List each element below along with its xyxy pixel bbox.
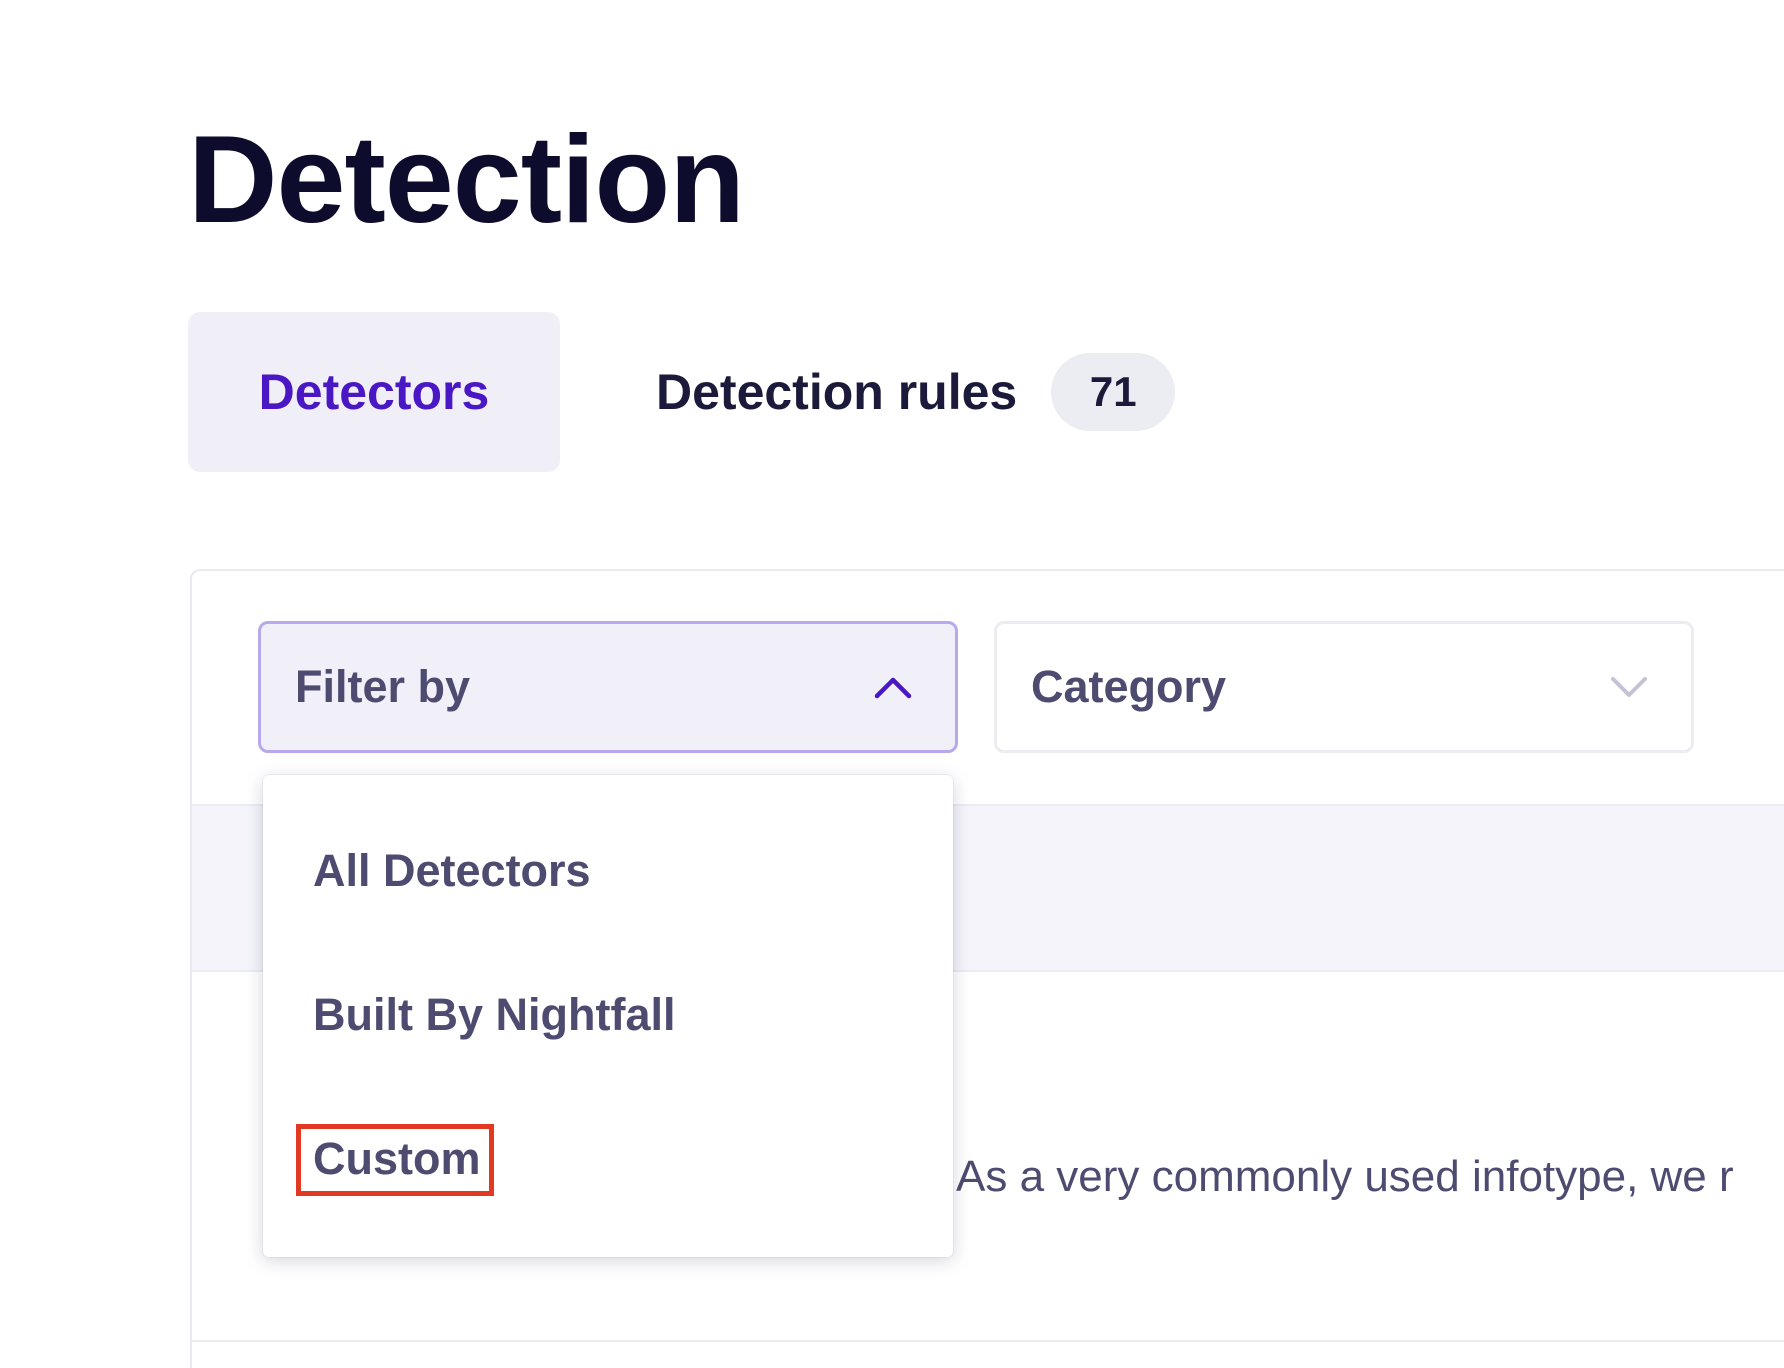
chevron-down-icon: [1609, 674, 1649, 700]
detector-row-description: As a very commonly used infotype, we r: [956, 1152, 1734, 1201]
detection-page: Detection Detectors Detection rules 71 A…: [0, 0, 1784, 1368]
tab-detection-rules[interactable]: Detection rules 71: [656, 312, 1176, 472]
row-divider: [192, 1340, 1784, 1342]
tab-detection-rules-label: Detection rules: [656, 364, 1018, 420]
menu-item-all-detectors[interactable]: All Detectors: [313, 845, 591, 897]
detection-rules-count-badge: 71: [1051, 353, 1176, 431]
page-title: Detection: [188, 111, 745, 249]
highlight-box-custom: [296, 1124, 494, 1196]
tab-detectors[interactable]: Detectors: [188, 312, 560, 472]
chevron-up-icon: [873, 674, 913, 700]
filter-by-label: Filter by: [295, 661, 471, 712]
menu-item-built-by-nightfall[interactable]: Built By Nightfall: [313, 989, 675, 1041]
category-select[interactable]: Category: [994, 621, 1694, 753]
filter-by-select[interactable]: Filter by: [258, 621, 958, 753]
tab-detectors-label: Detectors: [258, 364, 490, 420]
category-label: Category: [1031, 661, 1227, 712]
